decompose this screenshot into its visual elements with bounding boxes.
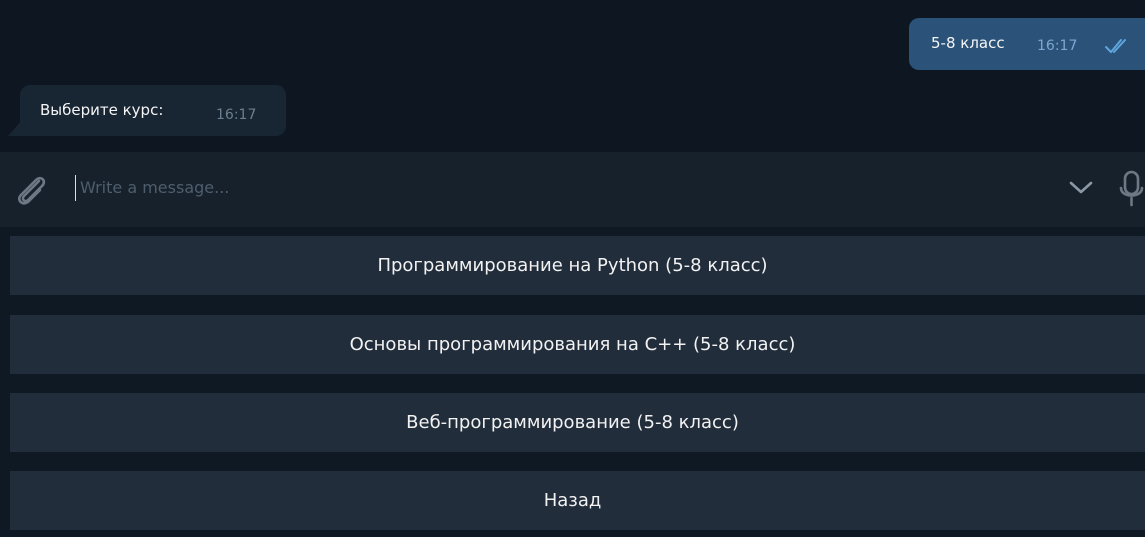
keyboard-button-label: Назад [543, 490, 602, 511]
message-input[interactable] [80, 172, 980, 202]
keyboard-button-python[interactable]: Программирование на Python (5-8 класс) [10, 236, 1145, 295]
outgoing-message-bubble[interactable]: 5-8 класс 16:17 [909, 18, 1145, 70]
keyboard-button-label: Веб-программирование (5-8 класс) [406, 412, 739, 433]
keyboard-button-web[interactable]: Веб-программирование (5-8 класс) [10, 393, 1145, 452]
paperclip-icon[interactable] [12, 172, 50, 212]
microphone-icon[interactable] [1118, 170, 1145, 212]
keyboard-button-back[interactable]: Назад [10, 471, 1145, 530]
message-composer [0, 152, 1145, 227]
reply-keyboard: Программирование на Python (5-8 класс) О… [0, 227, 1145, 537]
outgoing-message-time: 16:17 [1037, 38, 1078, 54]
text-cursor [75, 175, 76, 201]
outgoing-message-text: 5-8 класс [931, 34, 1005, 52]
incoming-message-time: 16:17 [216, 107, 257, 123]
double-check-icon [1104, 36, 1132, 60]
incoming-message-text: Выберите курс: [40, 101, 164, 119]
chat-area: 5-8 класс 16:17 Выберите курс: 16:17 [0, 0, 1145, 152]
keyboard-button-label: Программирование на Python (5-8 класс) [377, 255, 768, 276]
chevron-down-icon[interactable] [1068, 180, 1094, 200]
keyboard-button-label: Основы программирования на С++ (5-8 клас… [349, 334, 796, 355]
keyboard-button-cpp[interactable]: Основы программирования на С++ (5-8 клас… [10, 315, 1145, 374]
incoming-message-bubble[interactable]: Выберите курс: 16:17 [20, 85, 286, 136]
